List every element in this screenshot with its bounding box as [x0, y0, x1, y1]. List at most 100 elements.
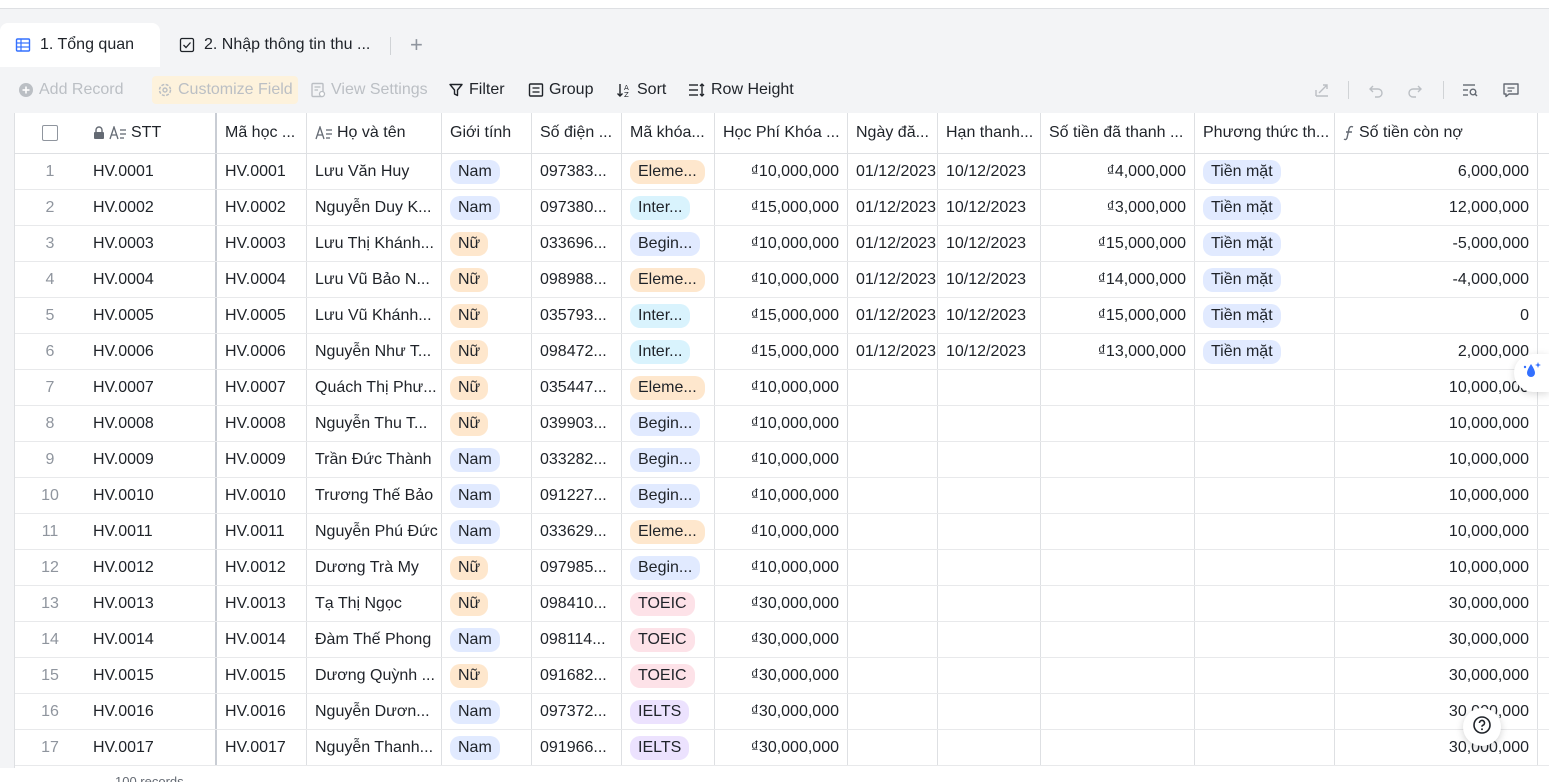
- cell-gender[interactable]: Nam: [442, 442, 532, 477]
- cell-idx[interactable]: 2: [15, 190, 85, 225]
- cell-name[interactable]: Nguyễn Phú Đức: [307, 514, 442, 549]
- cell-stt[interactable]: HV.0011: [85, 514, 217, 549]
- column-header-so-tien-da-thanh-toan[interactable]: Số tiền đã thanh ...: [1041, 113, 1195, 153]
- cell-due[interactable]: [938, 586, 1041, 621]
- cell-due[interactable]: [938, 370, 1041, 405]
- cell-idx[interactable]: 5: [15, 298, 85, 333]
- cell-ma[interactable]: HV.0015: [217, 658, 307, 693]
- table-row[interactable]: 11 HV.0011 HV.0011 Nguyễn Phú Đức Nam 033629.…: [15, 514, 1549, 550]
- column-header-ho-va-ten[interactable]: Họ và tên: [307, 113, 442, 153]
- cell-name[interactable]: Lưu Thị Khánh...: [307, 226, 442, 261]
- tab-tong-quan[interactable]: 1. Tổng quan: [0, 23, 160, 67]
- cell-phone[interactable]: 033282...: [532, 442, 622, 477]
- cell-ma[interactable]: HV.0005: [217, 298, 307, 333]
- cell-gender[interactable]: Nữ: [442, 586, 532, 621]
- cell-name[interactable]: Dương Trà My: [307, 550, 442, 585]
- cell-paid[interactable]: [1041, 658, 1195, 693]
- column-header-so-dien-thoai[interactable]: Số điện ...: [532, 113, 622, 153]
- table-row[interactable]: 1 HV.0001 HV.0001 Lưu Văn Huy Nam 097383... El…: [15, 154, 1549, 190]
- cell-phone[interactable]: 098472...: [532, 334, 622, 369]
- table-row[interactable]: 9 HV.0009 HV.0009 Trần Đức Thành Nam 033282..…: [15, 442, 1549, 478]
- cell-gender[interactable]: Nam: [442, 514, 532, 549]
- cell-phone[interactable]: 091966...: [532, 730, 622, 765]
- cell-fee[interactable]: ₫10,000,000: [715, 514, 848, 549]
- cell-course[interactable]: TOEIC: [622, 658, 715, 693]
- cell-idx[interactable]: 9: [15, 442, 85, 477]
- cell-method[interactable]: [1195, 730, 1335, 765]
- ai-assistant-button[interactable]: [1514, 354, 1549, 392]
- cell-gender[interactable]: Nữ: [442, 406, 532, 441]
- cell-date[interactable]: [848, 586, 938, 621]
- cell-gender[interactable]: Nữ: [442, 262, 532, 297]
- cell-paid[interactable]: [1041, 550, 1195, 585]
- cell-fee[interactable]: ₫15,000,000: [715, 190, 848, 225]
- cell-fee[interactable]: ₫30,000,000: [715, 694, 848, 729]
- cell-method[interactable]: Tiền mặt: [1195, 262, 1335, 297]
- cell-debt[interactable]: 10,000,000: [1335, 478, 1538, 513]
- cell-name[interactable]: Đàm Thế Phong: [307, 622, 442, 657]
- cell-gender[interactable]: Nam: [442, 694, 532, 729]
- cell-course[interactable]: IELTS: [622, 730, 715, 765]
- column-header-so-tien-con-no[interactable]: Số tiền còn nợ: [1335, 113, 1538, 153]
- cell-debt[interactable]: 10,000,000: [1335, 514, 1538, 549]
- cell-debt[interactable]: 10,000,000: [1335, 442, 1538, 477]
- cell-ma[interactable]: HV.0010: [217, 478, 307, 513]
- cell-method[interactable]: [1195, 694, 1335, 729]
- cell-date[interactable]: 01/12/2023: [848, 262, 938, 297]
- cell-date[interactable]: [848, 370, 938, 405]
- cell-ma[interactable]: HV.0007: [217, 370, 307, 405]
- cell-phone[interactable]: 098114...: [532, 622, 622, 657]
- cell-date[interactable]: [848, 478, 938, 513]
- cell-fee[interactable]: ₫10,000,000: [715, 226, 848, 261]
- cell-name[interactable]: Trương Thế Bảo: [307, 478, 442, 513]
- cell-ma[interactable]: HV.0014: [217, 622, 307, 657]
- table-row[interactable]: 3 HV.0003 HV.0003 Lưu Thị Khánh... Nữ 033696.…: [15, 226, 1549, 262]
- cell-stt[interactable]: HV.0016: [85, 694, 217, 729]
- add-record-button[interactable]: Add Record: [18, 76, 124, 104]
- cell-fee[interactable]: ₫10,000,000: [715, 442, 848, 477]
- cell-ma[interactable]: HV.0016: [217, 694, 307, 729]
- cell-idx[interactable]: 15: [15, 658, 85, 693]
- cell-ma[interactable]: HV.0002: [217, 190, 307, 225]
- cell-name[interactable]: Nguyễn Dươn...: [307, 694, 442, 729]
- column-header-ma-khoa[interactable]: Mã khóa...: [622, 113, 715, 153]
- cell-due[interactable]: [938, 550, 1041, 585]
- cell-ma[interactable]: HV.0011: [217, 514, 307, 549]
- cell-course[interactable]: TOEIC: [622, 586, 715, 621]
- table-row[interactable]: 14 HV.0014 HV.0014 Đàm Thế Phong Nam 098114..…: [15, 622, 1549, 658]
- cell-name[interactable]: Nguyễn Như T...: [307, 334, 442, 369]
- cell-phone[interactable]: 033629...: [532, 514, 622, 549]
- column-header-ngay-dang-ky[interactable]: Ngày đă...: [848, 113, 938, 153]
- table-row[interactable]: 8 HV.0008 HV.0008 Nguyễn Thu T... Nữ 039903..…: [15, 406, 1549, 442]
- cell-course[interactable]: Begin...: [622, 478, 715, 513]
- cell-ma[interactable]: HV.0008: [217, 406, 307, 441]
- view-settings-button[interactable]: View Settings: [310, 76, 428, 104]
- cell-ma[interactable]: HV.0001: [217, 154, 307, 189]
- cell-fee[interactable]: ₫10,000,000: [715, 550, 848, 585]
- cell-method[interactable]: [1195, 406, 1335, 441]
- cell-stt[interactable]: HV.0007: [85, 370, 217, 405]
- cell-date[interactable]: [848, 730, 938, 765]
- cell-method[interactable]: Tiền mặt: [1195, 298, 1335, 333]
- cell-date[interactable]: [848, 622, 938, 657]
- cell-date[interactable]: [848, 550, 938, 585]
- cell-fee[interactable]: ₫10,000,000: [715, 478, 848, 513]
- cell-date[interactable]: [848, 442, 938, 477]
- cell-fee[interactable]: ₫30,000,000: [715, 658, 848, 693]
- cell-due[interactable]: [938, 694, 1041, 729]
- cell-course[interactable]: IELTS: [622, 694, 715, 729]
- cell-stt[interactable]: HV.0012: [85, 550, 217, 585]
- cell-phone[interactable]: 033696...: [532, 226, 622, 261]
- cell-paid[interactable]: [1041, 478, 1195, 513]
- column-header-han-thanh-toan[interactable]: Hạn thanh...: [938, 113, 1041, 153]
- cell-due[interactable]: [938, 442, 1041, 477]
- cell-gender[interactable]: Nữ: [442, 370, 532, 405]
- cell-paid[interactable]: [1041, 622, 1195, 657]
- share-icon[interactable]: [1312, 80, 1332, 100]
- cell-debt[interactable]: -5,000,000: [1335, 226, 1538, 261]
- cell-idx[interactable]: 12: [15, 550, 85, 585]
- cell-name[interactable]: Trần Đức Thành: [307, 442, 442, 477]
- cell-fee[interactable]: ₫30,000,000: [715, 586, 848, 621]
- cell-gender[interactable]: Nam: [442, 154, 532, 189]
- cell-phone[interactable]: 098988...: [532, 262, 622, 297]
